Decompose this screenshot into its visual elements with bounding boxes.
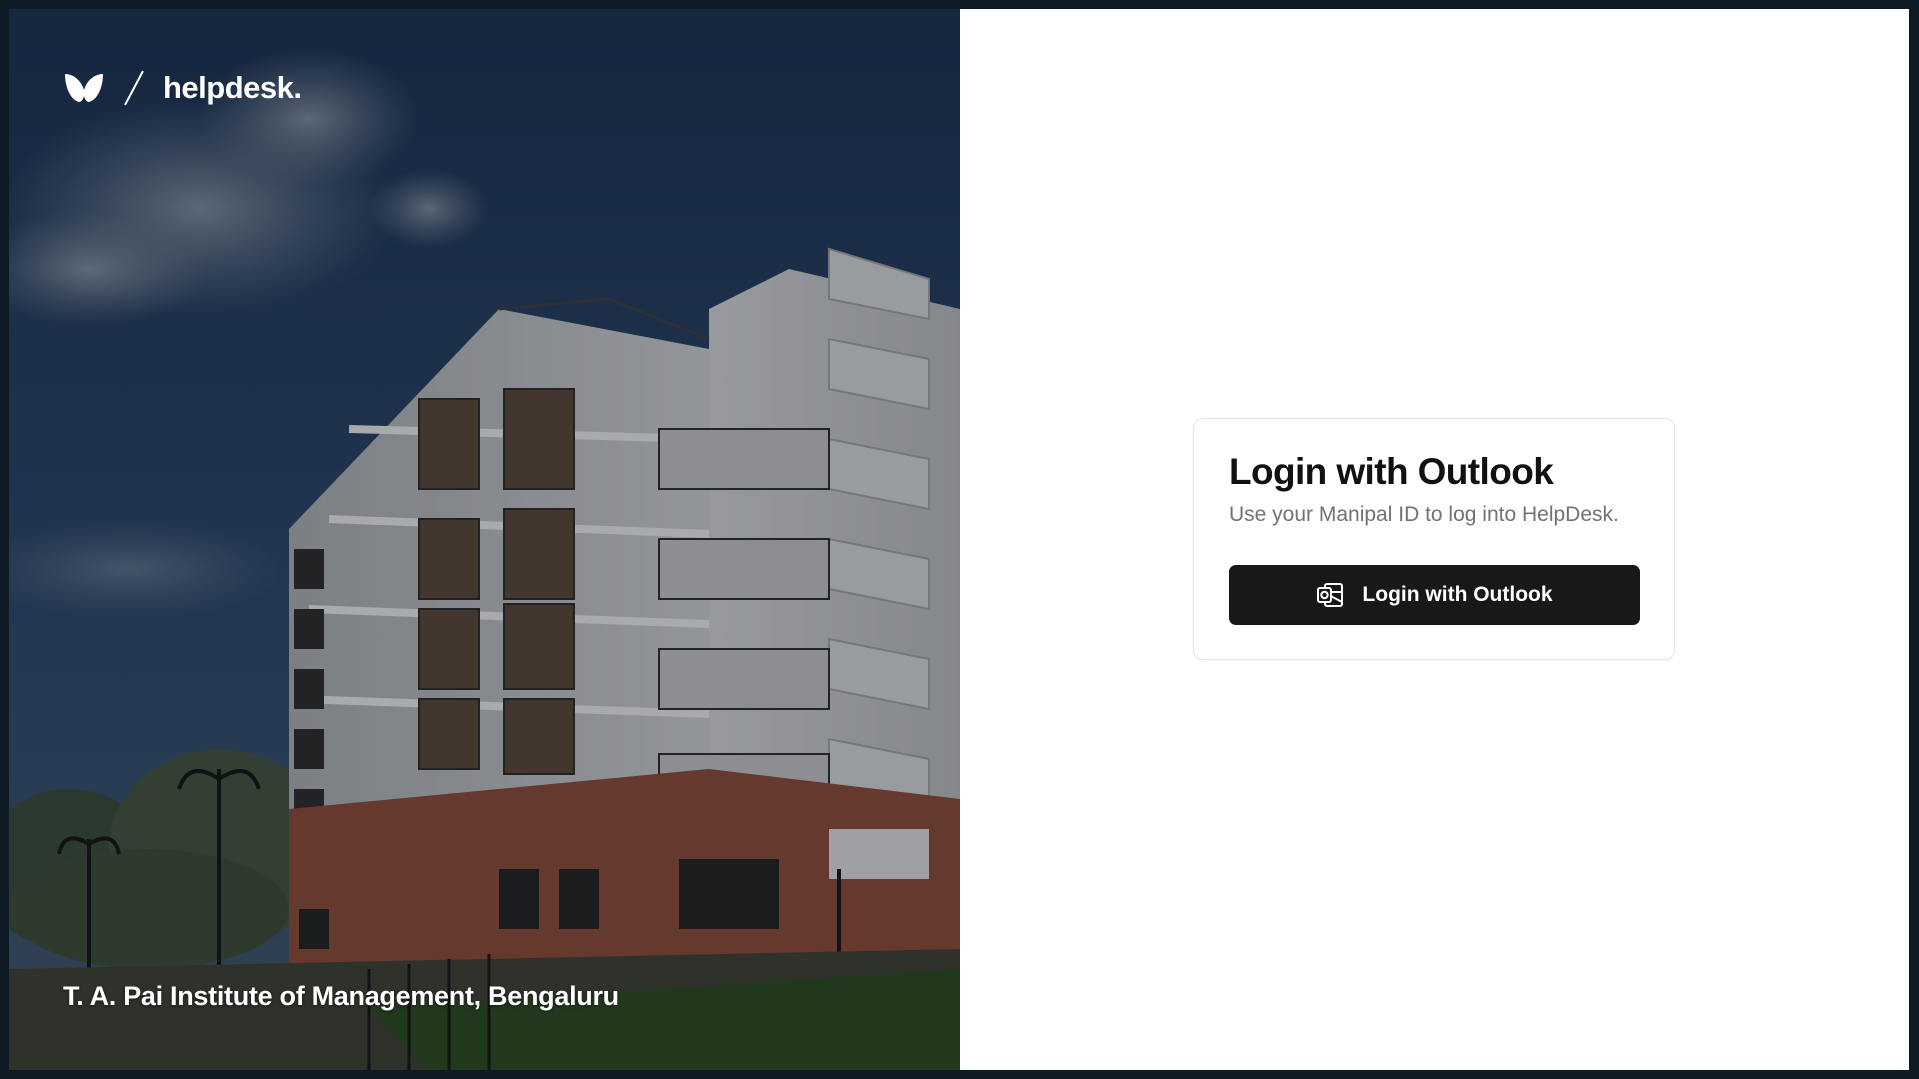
login-with-outlook-button[interactable]: Login with Outlook [1229, 565, 1640, 625]
login-title: Login with Outlook [1229, 451, 1554, 492]
location-caption: T. A. Pai Institute of Management, Benga… [63, 981, 619, 1011]
brand-name: helpdesk. [163, 70, 302, 105]
campus-building-photo [9, 9, 960, 1070]
app-frame: helpdesk. T. A. Pai Institute of Managem… [9, 9, 1909, 1070]
brand-header: helpdesk. [63, 69, 302, 107]
login-panel: Login with Outlook Use your Manipal ID t… [960, 9, 1909, 1070]
hero-panel: helpdesk. T. A. Pai Institute of Managem… [9, 9, 960, 1070]
login-card: Login with Outlook Use your Manipal ID t… [1193, 418, 1675, 660]
divider-slash-icon [124, 70, 144, 106]
outlook-icon [1317, 583, 1344, 607]
login-button-label: Login with Outlook [1362, 583, 1553, 606]
butterfly-logo-icon [65, 74, 103, 102]
login-subtitle: Use your Manipal ID to log into HelpDesk… [1229, 503, 1619, 526]
